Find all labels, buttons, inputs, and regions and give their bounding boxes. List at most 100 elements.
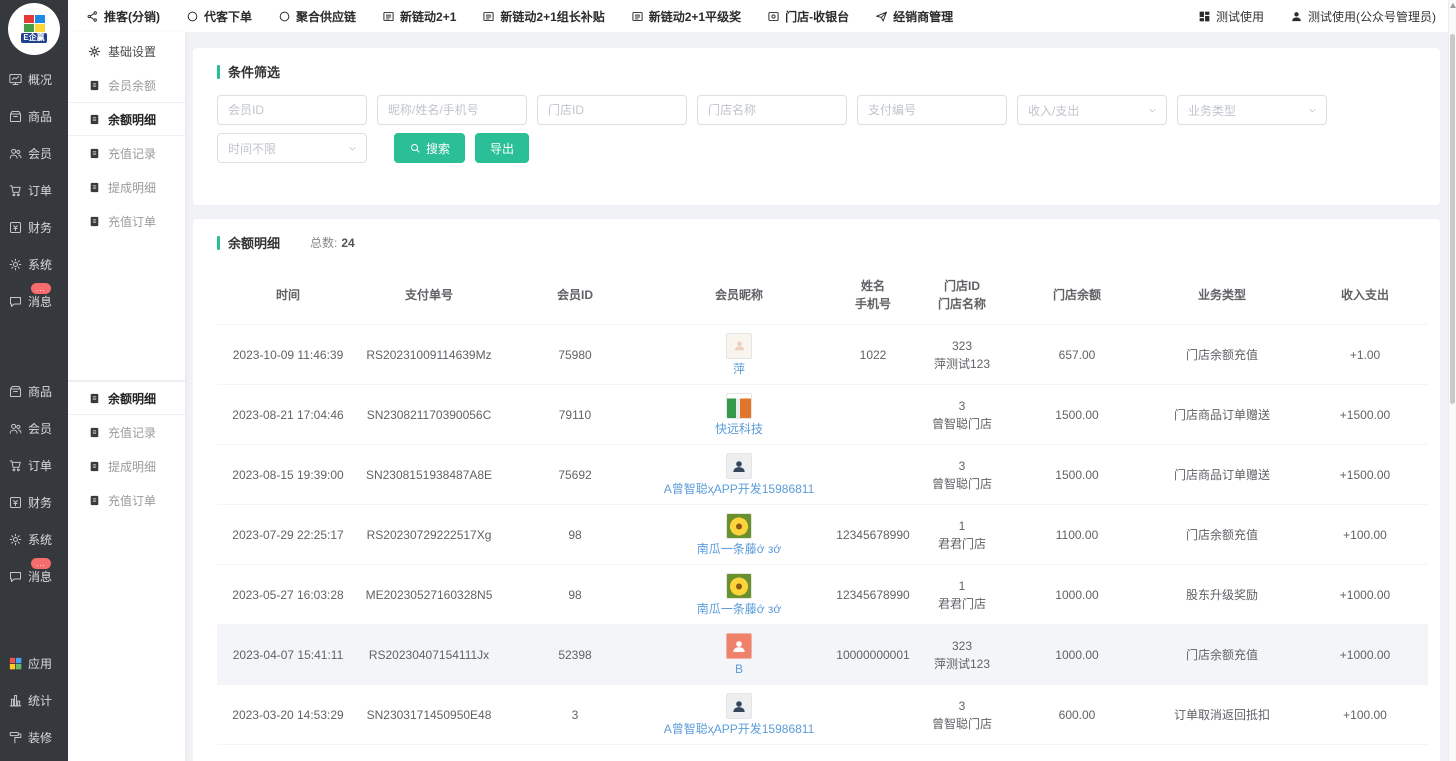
cell-pay-no: RS20230407154111Jx — [359, 647, 499, 663]
cell-nickname: 快远科技 — [651, 393, 827, 437]
nav-item-distribution[interactable]: 推客(分销) — [86, 8, 160, 25]
main-content: 条件筛选 收入/支出 业务类型 — [185, 32, 1448, 761]
time-range-select[interactable]: 时间不限 — [217, 133, 367, 163]
nav-item-chain-2plus1[interactable]: 新链动2+1 — [382, 8, 456, 25]
nav-item-leader-subsidy[interactable]: 新链动2+1组长补贴 — [482, 8, 604, 25]
table-row[interactable]: 2023-08-15 19:39:00 SN2308151938487A8E 7… — [217, 444, 1428, 504]
store-name: 萍测试123 — [919, 355, 1005, 373]
export-button[interactable]: 导出 — [475, 133, 529, 163]
sidebar-item-decorate[interactable]: 装修 — [0, 719, 68, 756]
filter-input[interactable] — [857, 95, 1007, 125]
sidebar-item-orders-2[interactable]: 订单 — [0, 447, 68, 484]
member-avatar[interactable] — [726, 573, 752, 599]
table-row[interactable]: 3 — [217, 744, 1428, 761]
page-scrollbar[interactable] — [1448, 0, 1456, 761]
cell-nickname: A曾智聪ҳAPP开发15986811 — [651, 453, 827, 497]
submenu-item-recharge-records[interactable]: 充值记录 — [68, 136, 185, 170]
nav-item-dealer-mgmt[interactable]: 经销商管理 — [875, 8, 953, 25]
gear-icon — [8, 532, 23, 547]
sidebar-item-label: 系统 — [28, 531, 52, 548]
submenu-item-recharge-orders-2[interactable]: 充值订单 — [68, 483, 185, 517]
scrollbar-thumb[interactable] — [1450, 34, 1455, 404]
nav-item-label: 新链动2+1平级奖 — [649, 8, 741, 25]
submenu-item-member-balance[interactable]: 会员余额 — [68, 68, 185, 102]
sidebar-item-goods[interactable]: 商品 — [0, 98, 68, 135]
member-nickname-link[interactable]: A曾智聪ҳAPP开发15986811 — [664, 481, 815, 497]
sidebar-item-members[interactable]: 会员 — [0, 135, 68, 172]
filter-input[interactable] — [537, 95, 687, 125]
member-avatar[interactable] — [726, 333, 752, 359]
bar-chart-icon — [8, 693, 23, 708]
submenu-item-recharge-records-2[interactable]: 充值记录 — [68, 415, 185, 449]
submenu-item-recharge-orders[interactable]: 充值订单 — [68, 204, 185, 238]
member-avatar[interactable] — [726, 513, 752, 539]
sidebar-item-stats[interactable]: 统计 — [0, 682, 68, 719]
member-nickname-link[interactable]: 快远科技 — [715, 421, 763, 437]
user-account-button[interactable]: 测试使用(公众号管理员) — [1290, 8, 1436, 25]
cart-icon — [8, 183, 23, 198]
sidebar-item-system[interactable]: 系统 — [0, 246, 68, 283]
submenu-item-basic-settings[interactable]: 基础设置 — [68, 34, 185, 68]
filter-input[interactable] — [697, 95, 847, 125]
cell-pay-no: RS20231009114639Mz — [359, 347, 499, 363]
table-row[interactable]: 2023-08-21 17:04:46 SN230821170390056C 7… — [217, 384, 1428, 444]
sidebar-item-apps[interactable]: 应用 — [0, 645, 68, 682]
sidebar-item-overview[interactable]: 概况 — [0, 61, 68, 98]
sidebar-item-orders[interactable]: 订单 — [0, 172, 68, 209]
nav-item-proxy-order[interactable]: 代客下单 — [186, 8, 252, 25]
member-nickname-link[interactable]: B — [735, 661, 743, 677]
cell-member-id: 52398 — [499, 647, 651, 663]
sidebar-item-finance-2[interactable]: 财务 — [0, 484, 68, 521]
member-avatar[interactable] — [726, 393, 752, 419]
member-nickname-link[interactable]: 萍 — [733, 361, 745, 377]
nav-item-peer-award[interactable]: 新链动2+1平级奖 — [631, 8, 741, 25]
sidebar-item-messages-2[interactable]: 消息 ... — [0, 558, 68, 595]
cell-biz-type: 门店商品订单赠送 — [1149, 467, 1295, 483]
sidebar-item-messages[interactable]: 消息 ... — [0, 283, 68, 320]
submenu-item-label: 充值订单 — [108, 492, 156, 509]
person-icon — [731, 638, 747, 654]
search-icon — [409, 142, 421, 154]
cell-store: 3 曾智聪门店 — [919, 457, 1005, 493]
filter-row-2: 时间不限 搜索 导出 — [217, 133, 1428, 163]
table-row[interactable]: 2023-07-29 22:25:17 RS20230729222517Xg 9… — [217, 504, 1428, 564]
test-use-button[interactable]: 测试使用 — [1198, 8, 1264, 25]
cell-nickname: B — [651, 633, 827, 677]
sidebar-item-goods-2[interactable]: 商品 — [0, 373, 68, 410]
chat-icon — [8, 294, 23, 309]
member-avatar[interactable] — [726, 693, 752, 719]
submenu-item-balance-detail-2[interactable]: 余额明细 — [68, 381, 185, 415]
total-label: 总数: — [310, 236, 337, 250]
app-logo[interactable]: E企赢 — [8, 3, 60, 55]
table-row[interactable]: 2023-04-07 15:41:11 RS20230407154111Jx 5… — [217, 624, 1428, 684]
sidebar-item-members-2[interactable]: 会员 — [0, 410, 68, 447]
gear-icon — [8, 257, 23, 272]
member-nickname-link[interactable]: A曾智聪ҳAPP开发15986811 — [664, 721, 815, 737]
sidebar-item-label: 财务 — [28, 219, 52, 236]
submenu-item-commission-detail[interactable]: 提成明细 — [68, 170, 185, 204]
store-name: 君君门店 — [919, 535, 1005, 553]
sidebar-item-system-2[interactable]: 系统 — [0, 521, 68, 558]
member-avatar[interactable] — [726, 633, 752, 659]
search-button[interactable]: 搜索 — [394, 133, 465, 163]
nav-item-supply-chain[interactable]: 聚合供应链 — [278, 8, 356, 25]
filter-input[interactable] — [217, 95, 367, 125]
filter-input[interactable] — [377, 95, 527, 125]
business-type-select[interactable]: 业务类型 — [1177, 95, 1327, 125]
table-row[interactable]: 2023-05-27 16:03:28 ME20230527160328N5 9… — [217, 564, 1428, 624]
sidebar-item-finance[interactable]: 财务 — [0, 209, 68, 246]
member-nickname-link[interactable]: 南瓜一条藤ớ зớ — [697, 541, 782, 557]
cell-time: 2023-03-20 14:53:29 — [217, 707, 359, 723]
member-avatar[interactable] — [726, 453, 752, 479]
cell-store-balance: 1000.00 — [1005, 587, 1149, 603]
nav-item-store-cashier[interactable]: 门店-收银台 — [767, 8, 849, 25]
income-expense-select[interactable]: 收入/支出 — [1017, 95, 1167, 125]
submenu-item-commission-detail-2[interactable]: 提成明细 — [68, 449, 185, 483]
table-row[interactable]: 2023-03-20 14:53:29 SN2303171450950E48 3… — [217, 684, 1428, 744]
scroll-up-arrow[interactable] — [1450, 3, 1456, 8]
submenu-item-balance-detail[interactable]: 余额明细 — [68, 102, 185, 136]
table-row[interactable]: 2023-10-09 11:46:39 RS20231009114639Mz 7… — [217, 324, 1428, 384]
finance-icon — [8, 220, 23, 235]
monitor-icon — [8, 72, 23, 87]
member-nickname-link[interactable]: 南瓜一条藤ớ зớ — [697, 601, 782, 617]
